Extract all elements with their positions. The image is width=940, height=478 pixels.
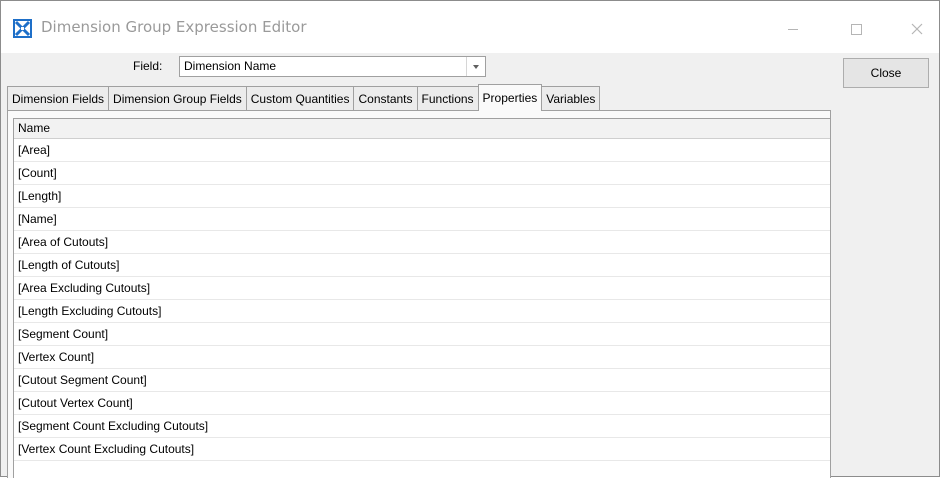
list-item[interactable]: [Segment Count Excluding Cutouts]	[14, 415, 830, 438]
tab-variables[interactable]: Variables	[541, 86, 601, 110]
maximize-icon[interactable]	[846, 19, 866, 39]
tab-functions[interactable]: Functions	[416, 86, 479, 110]
list-item[interactable]: [Area of Cutouts]	[14, 231, 830, 254]
properties-list[interactable]: Name [Area] [Count] [Length] [Name] [Are…	[13, 118, 831, 478]
close-button[interactable]: Close	[843, 58, 929, 88]
list-item[interactable]: [Length of Cutouts]	[14, 254, 830, 277]
chevron-down-icon[interactable]	[466, 57, 485, 76]
list-item[interactable]: [Vertex Count]	[14, 346, 830, 369]
tab-dimension-group-fields[interactable]: Dimension Group Fields	[108, 86, 247, 110]
expression-editor-window: Dimension Group Expression Editor Field:…	[0, 0, 940, 478]
tab-properties[interactable]: Properties	[477, 84, 543, 111]
list-item[interactable]: [Segment Count]	[14, 323, 830, 346]
close-button-label: Close	[870, 66, 902, 80]
list-item[interactable]: [Length]	[14, 185, 830, 208]
list-item[interactable]: [Count]	[14, 162, 830, 185]
tab-strip: Dimension Fields Dimension Group Fields …	[7, 84, 601, 111]
list-item[interactable]: [Area]	[14, 139, 830, 162]
title-bar: Dimension Group Expression Editor	[1, 1, 939, 53]
close-icon[interactable]	[907, 19, 927, 39]
field-row: Field: Dimension Name	[1, 53, 831, 79]
tab-constants[interactable]: Constants	[353, 86, 418, 110]
list-item[interactable]: [Name]	[14, 208, 830, 231]
list-item[interactable]: [Area Excluding Cutouts]	[14, 277, 830, 300]
window-title: Dimension Group Expression Editor	[41, 18, 307, 36]
tab-dimension-fields[interactable]: Dimension Fields	[7, 86, 110, 110]
list-header-name[interactable]: Name	[14, 119, 830, 139]
field-dropdown[interactable]: Dimension Name	[179, 56, 486, 77]
field-label: Field:	[133, 59, 163, 73]
dimension-x-icon	[13, 19, 32, 38]
tab-custom-quantities[interactable]: Custom Quantities	[245, 86, 355, 110]
minimize-icon[interactable]	[783, 19, 803, 39]
list-item[interactable]: [Vertex Count Excluding Cutouts]	[14, 438, 830, 461]
list-item[interactable]: [Cutout Vertex Count]	[14, 392, 830, 415]
list-item[interactable]: [Length Excluding Cutouts]	[14, 300, 830, 323]
list-item[interactable]: [Cutout Segment Count]	[14, 369, 830, 392]
field-dropdown-value: Dimension Name	[184, 59, 277, 73]
